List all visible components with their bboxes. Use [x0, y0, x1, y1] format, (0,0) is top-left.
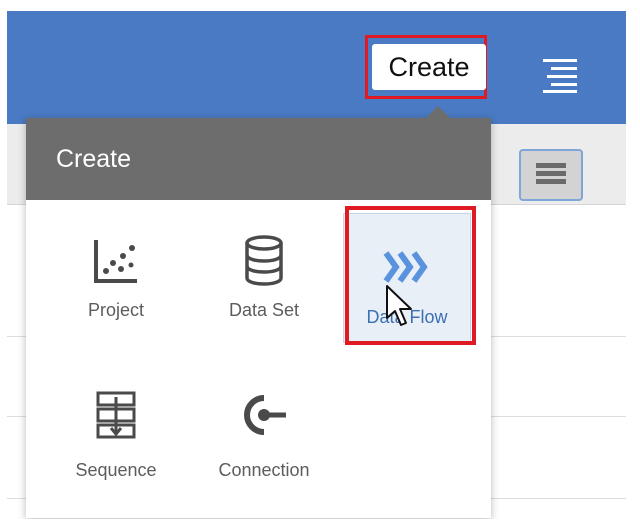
create-button[interactable]: Create	[365, 35, 487, 99]
sequence-icon	[96, 391, 136, 439]
mouse-cursor-icon	[386, 285, 412, 326]
create-sequence-item[interactable]: Sequence	[46, 368, 186, 488]
data-set-label: Data Set	[228, 300, 300, 320]
create-project-item[interactable]: Project	[46, 218, 186, 338]
sequence-label: Sequence	[75, 460, 157, 480]
app-frame: Create Project Data Set Data Flow Sequen…	[7, 7, 626, 519]
scatter-chart-icon	[94, 240, 137, 283]
create-dropdown-menu: Create Project Data Set Data Flow Sequen…	[26, 118, 491, 518]
chevrons-right-icon	[383, 251, 428, 283]
top-bar	[7, 11, 626, 124]
connection-plug-icon	[244, 395, 286, 435]
project-label: Project	[87, 300, 145, 320]
database-icon	[245, 235, 283, 286]
create-connection-item[interactable]: Connection	[194, 368, 334, 488]
create-button-label: Create	[372, 44, 486, 90]
connection-label: Connection	[218, 460, 310, 480]
dropdown-title: Create	[26, 118, 491, 200]
dropdown-caret	[426, 106, 450, 118]
create-data-set-item[interactable]: Data Set	[194, 218, 334, 338]
hamburger-menu-icon[interactable]	[541, 59, 577, 93]
list-view-button[interactable]	[519, 149, 583, 201]
